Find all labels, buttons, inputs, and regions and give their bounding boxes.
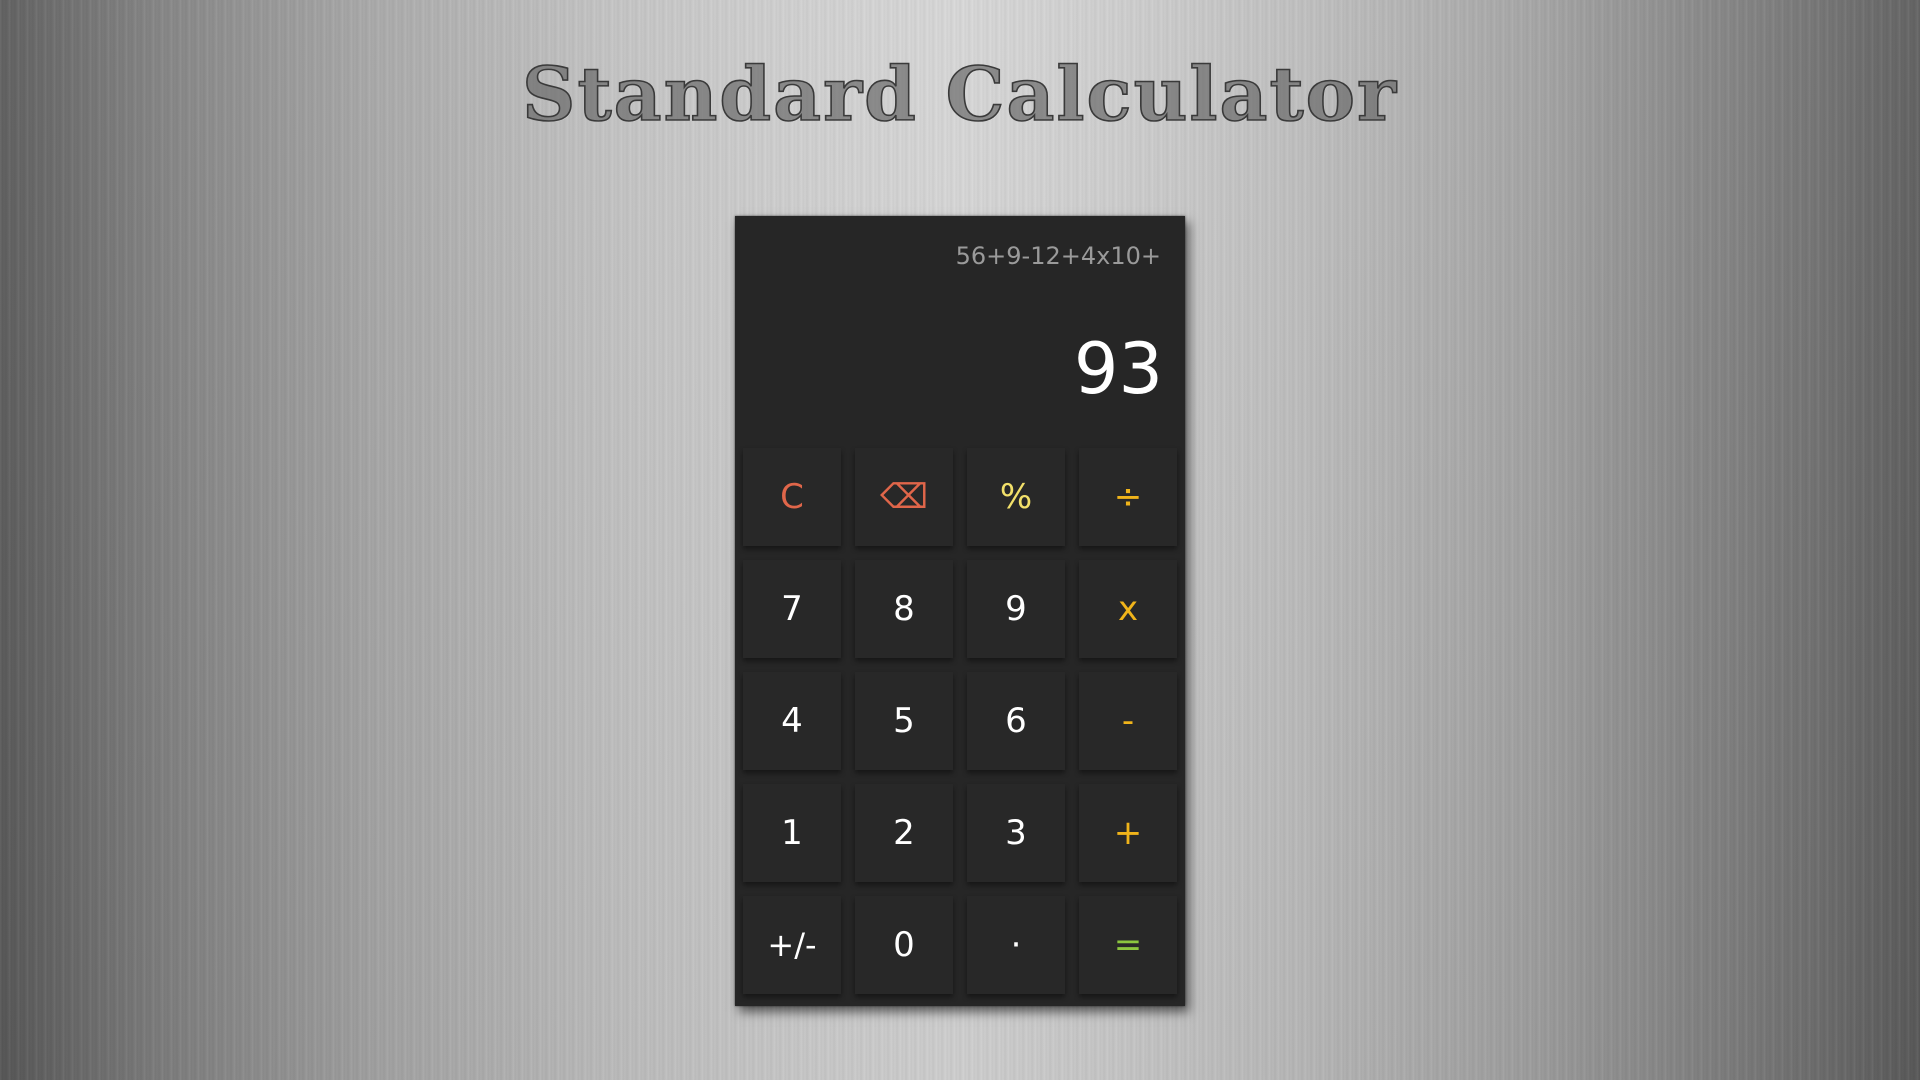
nine-button[interactable]: 9: [967, 560, 1065, 658]
negate-button[interactable]: +/-: [743, 896, 841, 994]
decimal-button[interactable]: ·: [967, 896, 1065, 994]
expression-display: 56+9-12+4x10+: [955, 242, 1161, 270]
clear-button[interactable]: C: [743, 448, 841, 546]
percent-button[interactable]: %: [967, 448, 1065, 546]
equals-button[interactable]: =: [1079, 896, 1177, 994]
multiply-button[interactable]: x: [1079, 560, 1177, 658]
subtract-button[interactable]: -: [1079, 672, 1177, 770]
five-button[interactable]: 5: [855, 672, 953, 770]
keypad: C ⌫ % ÷ 7 8 9 x 4 5 6 - 1 2 3 + +/- 0 · …: [743, 448, 1177, 994]
result-display: 93: [1073, 328, 1163, 410]
six-button[interactable]: 6: [967, 672, 1065, 770]
one-button[interactable]: 1: [743, 784, 841, 882]
seven-button[interactable]: 7: [743, 560, 841, 658]
calculator: 56+9-12+4x10+ 93 C ⌫ % ÷ 7 8 9 x 4 5 6 -…: [735, 216, 1185, 1006]
backspace-button[interactable]: ⌫: [855, 448, 953, 546]
eight-button[interactable]: 8: [855, 560, 953, 658]
divide-button[interactable]: ÷: [1079, 448, 1177, 546]
zero-button[interactable]: 0: [855, 896, 953, 994]
four-button[interactable]: 4: [743, 672, 841, 770]
add-button[interactable]: +: [1079, 784, 1177, 882]
two-button[interactable]: 2: [855, 784, 953, 882]
three-button[interactable]: 3: [967, 784, 1065, 882]
page-title: Standard Calculator: [521, 51, 1398, 139]
